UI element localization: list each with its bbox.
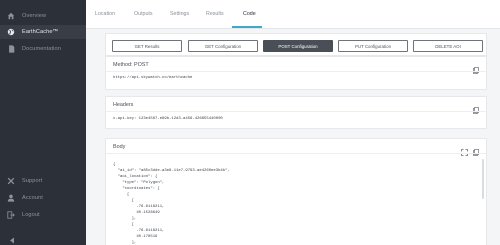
- tab-outputs[interactable]: Outputs: [134, 11, 153, 17]
- sidebar-item-label: Account: [22, 195, 43, 201]
- post-configuration-button[interactable]: POST Configuration: [263, 40, 333, 52]
- divider: [106, 71, 486, 72]
- body-card: Body { "ai_id": "a85c3dde-a3e8-11e7-9793…: [105, 138, 487, 245]
- divider: [106, 153, 486, 154]
- expand-icon[interactable]: [461, 143, 468, 161]
- sidebar: Overview EarthCache™ Documentation Suppo…: [0, 0, 86, 245]
- copy-icon[interactable]: [473, 61, 479, 79]
- active-tab-indicator: [232, 26, 262, 28]
- method-selector: GET Results GET Configuration POST Confi…: [105, 33, 487, 56]
- document-icon: [0, 45, 22, 53]
- body-title: Body: [113, 144, 126, 150]
- request-body-code: { "ai_id": "a85c3dde-a3e8-11e7-9793-ae42…: [113, 163, 230, 245]
- main-content: Location Outputs Settings Results Code G…: [86, 0, 500, 245]
- sidebar-item-account[interactable]: Account: [0, 191, 86, 205]
- method-card: Method: POST https://api.skywatch.co/ear…: [105, 56, 487, 90]
- put-configuration-button[interactable]: PUT Configuration: [338, 40, 408, 52]
- sidebar-item-label: EarthCache™: [22, 29, 59, 35]
- get-results-button[interactable]: GET Results: [112, 40, 182, 52]
- caret-left-icon[interactable]: [9, 231, 15, 245]
- get-configuration-button[interactable]: GET Configuration: [188, 40, 258, 52]
- sidebar-item-label: Logout: [22, 212, 40, 218]
- tab-location[interactable]: Location: [95, 11, 115, 17]
- globe-icon: [0, 28, 22, 36]
- tab-results[interactable]: Results: [206, 11, 224, 17]
- divider: [106, 111, 486, 112]
- delete-aoi-button[interactable]: DELETE AOI: [413, 40, 483, 52]
- sidebar-item-overview[interactable]: Overview: [0, 9, 86, 23]
- tab-code[interactable]: Code: [243, 11, 256, 17]
- method-title: Method: POST: [113, 62, 149, 68]
- sidebar-item-label: Support: [22, 178, 43, 184]
- copy-icon[interactable]: [473, 143, 479, 161]
- home-icon: [0, 12, 22, 20]
- code-scrollbar[interactable]: [482, 159, 484, 199]
- sidebar-item-label: Documentation: [22, 46, 61, 52]
- user-icon: [0, 194, 22, 202]
- tools-icon: [0, 177, 22, 185]
- logout-icon: [0, 211, 22, 219]
- tab-settings[interactable]: Settings: [170, 11, 189, 17]
- copy-icon[interactable]: [473, 101, 479, 119]
- sidebar-item-label: Overview: [22, 13, 47, 19]
- api-key-header: x-api-key: 123e4567-e89b-12d3-a456-42665…: [113, 117, 223, 121]
- sidebar-item-support[interactable]: Support: [0, 174, 86, 188]
- sidebar-item-documentation[interactable]: Documentation: [0, 42, 86, 56]
- sidebar-item-earthcache[interactable]: EarthCache™: [0, 25, 86, 39]
- headers-title: Headers: [113, 102, 134, 108]
- headers-card: Headers x-api-key: 123e4567-e89b-12d3-a4…: [105, 96, 487, 129]
- sidebar-item-logout[interactable]: Logout: [0, 208, 86, 222]
- endpoint-url: https://api.skywatch.co/earthcache: [113, 76, 193, 80]
- tab-bar: Location Outputs Settings Results Code: [86, 0, 500, 29]
